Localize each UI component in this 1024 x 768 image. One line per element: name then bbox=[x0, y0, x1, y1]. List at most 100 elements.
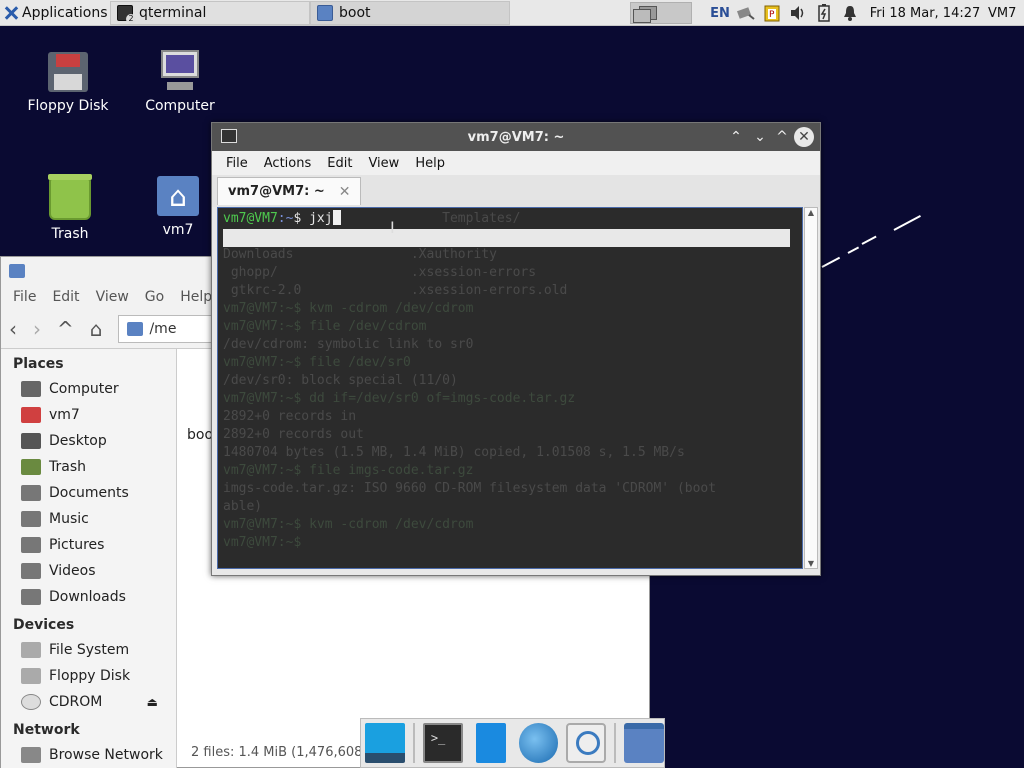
terminal-history-line: 2892+0 records in bbox=[223, 409, 357, 424]
battery-icon[interactable] bbox=[812, 0, 836, 26]
sidebar-heading-network: Network bbox=[13, 722, 80, 738]
top-panel: Applications ⁝ 2 qterminal boot EN P Fri… bbox=[0, 0, 1024, 26]
window-count-badge: 2 bbox=[126, 14, 136, 24]
workspace-switcher[interactable] bbox=[630, 2, 692, 24]
volume-icon[interactable] bbox=[786, 0, 810, 26]
dock-separator bbox=[412, 723, 415, 763]
sidebar-item-pictures[interactable]: Pictures bbox=[1, 532, 176, 558]
terminal-tab[interactable]: vm7@VM7: ~ ✕ bbox=[217, 177, 361, 205]
scroll-up-icon[interactable]: ▲ bbox=[805, 208, 817, 217]
taskbar-item-qterminal[interactable]: 2 qterminal bbox=[110, 1, 310, 25]
network-icon[interactable] bbox=[734, 0, 758, 26]
floppy-disk-icon bbox=[21, 668, 41, 684]
desktop-icon-floppy[interactable]: Floppy Disk bbox=[18, 52, 118, 114]
workspace-window-icon bbox=[633, 9, 651, 23]
terminal-tabbar: vm7@VM7: ~ ✕ bbox=[212, 175, 820, 207]
close-window-icon[interactable]: ✕ bbox=[794, 127, 814, 147]
sidebar-item-browse-network[interactable]: Browse Network bbox=[1, 742, 176, 768]
sidebar-item-label: CDROM bbox=[49, 694, 103, 710]
keyboard-layout-indicator[interactable]: EN bbox=[706, 0, 734, 26]
menu-view[interactable]: View bbox=[360, 156, 407, 171]
terminal-history-line: vm7@VM7:~$ file /dev/sr0 bbox=[223, 355, 411, 370]
menu-actions[interactable]: Actions bbox=[256, 156, 320, 171]
show-desktop-icon[interactable] bbox=[365, 723, 405, 763]
file-item-boot[interactable]: boo bbox=[187, 427, 213, 443]
terminal-menubar: File Actions Edit View Help bbox=[212, 151, 820, 175]
sidebar-item-label: Videos bbox=[49, 563, 96, 579]
notification-bell-icon[interactable] bbox=[838, 0, 862, 26]
terminal-history-line: vm7@VM7:~$ kvm -cdrom /dev/cdrom bbox=[223, 517, 474, 532]
home-icon[interactable]: ⌂ bbox=[90, 317, 103, 341]
sidebar-item-desktop[interactable]: Desktop bbox=[1, 428, 176, 454]
sidebar: Places Computer vm7 Desktop Trash Docume… bbox=[1, 349, 177, 768]
terminal-titlebar[interactable]: vm7@VM7: ~ ⌃ ⌄ ^ ✕ bbox=[212, 123, 820, 151]
folder-launcher-icon[interactable] bbox=[624, 723, 665, 763]
status-bar: 2 files: 1.4 MiB (1,476,608 bbox=[191, 744, 363, 760]
applications-menu-button[interactable]: Applications ⁝ bbox=[0, 0, 119, 26]
sidebar-item-music[interactable]: Music bbox=[1, 506, 176, 532]
menu-view[interactable]: View bbox=[88, 289, 137, 305]
computer-icon bbox=[21, 381, 41, 397]
menu-edit[interactable]: Edit bbox=[44, 289, 87, 305]
taskbar-item-label: boot bbox=[339, 5, 371, 21]
back-arrow-icon[interactable]: ‹ bbox=[9, 317, 17, 341]
home-icon bbox=[21, 407, 41, 423]
minimize-window-icon[interactable]: ⌄ bbox=[750, 127, 770, 147]
clock[interactable]: Fri 18 Mar, 14:27 bbox=[868, 0, 982, 26]
terminal-launcher-icon[interactable] bbox=[422, 723, 463, 763]
scroll-down-icon[interactable]: ▼ bbox=[805, 559, 817, 568]
computer-icon bbox=[159, 50, 201, 92]
desktop-icon-label: Trash bbox=[51, 226, 89, 242]
menu-file[interactable]: File bbox=[5, 289, 44, 305]
highlight-bar bbox=[223, 229, 790, 247]
sidebar-item-cdrom[interactable]: CDROM ⏏ bbox=[1, 689, 176, 715]
folder-icon bbox=[9, 264, 25, 278]
up-arrow-icon[interactable]: ^ bbox=[57, 317, 74, 341]
menu-help[interactable]: Help bbox=[407, 156, 453, 171]
sidebar-heading-devices: Devices bbox=[13, 617, 75, 633]
menu-file[interactable]: File bbox=[218, 156, 256, 171]
desktop-icon-computer[interactable]: Computer bbox=[130, 50, 230, 114]
trash-icon bbox=[48, 174, 92, 220]
sidebar-item-videos[interactable]: Videos bbox=[1, 558, 176, 584]
sidebar-item-filesystem[interactable]: File System bbox=[1, 637, 176, 663]
dock-separator bbox=[614, 723, 617, 763]
taskbar-item-boot[interactable]: boot bbox=[310, 1, 510, 25]
sidebar-item-trash[interactable]: Trash bbox=[1, 454, 176, 480]
terminal-history-line: vm7@VM7:~$ file imgs-code.tar.gz bbox=[223, 463, 474, 478]
menu-go[interactable]: Go bbox=[137, 289, 172, 305]
terminal-output[interactable]: Templates/Downloads .Xauthority ghopp/ .… bbox=[217, 207, 803, 569]
terminal-scrollbar[interactable]: ▲ ▼ bbox=[804, 207, 818, 569]
sidebar-item-vm7[interactable]: vm7 bbox=[1, 402, 176, 428]
sidebar-item-label: Computer bbox=[49, 381, 119, 397]
prompt-symbol: $ bbox=[293, 211, 310, 226]
close-tab-icon[interactable]: ✕ bbox=[339, 184, 351, 200]
sidebar-item-floppy[interactable]: Floppy Disk bbox=[1, 663, 176, 689]
shade-window-icon[interactable]: ⌃ bbox=[726, 127, 746, 147]
menu-edit[interactable]: Edit bbox=[319, 156, 360, 171]
sidebar-item-downloads[interactable]: Downloads bbox=[1, 584, 176, 610]
sidebar-item-label: Downloads bbox=[49, 589, 126, 605]
sidebar-item-label: vm7 bbox=[49, 407, 80, 423]
maximize-window-icon[interactable]: ^ bbox=[772, 127, 792, 147]
file-manager-launcher-icon[interactable] bbox=[475, 723, 506, 763]
forward-arrow-icon[interactable]: › bbox=[33, 317, 41, 341]
eject-icon[interactable]: ⏏ bbox=[147, 695, 158, 709]
sidebar-item-documents[interactable]: Documents bbox=[1, 480, 176, 506]
sidebar-item-label: Browse Network bbox=[49, 747, 163, 763]
web-browser-launcher-icon[interactable] bbox=[518, 723, 559, 763]
user-menu[interactable]: VM7 bbox=[988, 0, 1024, 26]
sidebar-item-label: Documents bbox=[49, 485, 129, 501]
terminal-history-line: able) bbox=[223, 499, 263, 514]
sidebar-heading-places: Places bbox=[13, 356, 64, 372]
sidebar-item-computer[interactable]: Computer bbox=[1, 376, 176, 402]
desktop-icon bbox=[21, 433, 41, 449]
clipboard-icon[interactable]: P bbox=[760, 0, 784, 26]
app-finder-launcher-icon[interactable] bbox=[566, 723, 607, 763]
desktop-icon-label: Computer bbox=[145, 98, 215, 114]
terminal-history-line: /dev/cdrom: symbolic link to sr0 bbox=[223, 337, 474, 352]
floppy-disk-icon bbox=[48, 52, 88, 92]
wallpaper-line bbox=[861, 235, 877, 245]
desktop-icon-trash[interactable]: Trash bbox=[20, 174, 120, 242]
pictures-folder-icon bbox=[21, 537, 41, 553]
